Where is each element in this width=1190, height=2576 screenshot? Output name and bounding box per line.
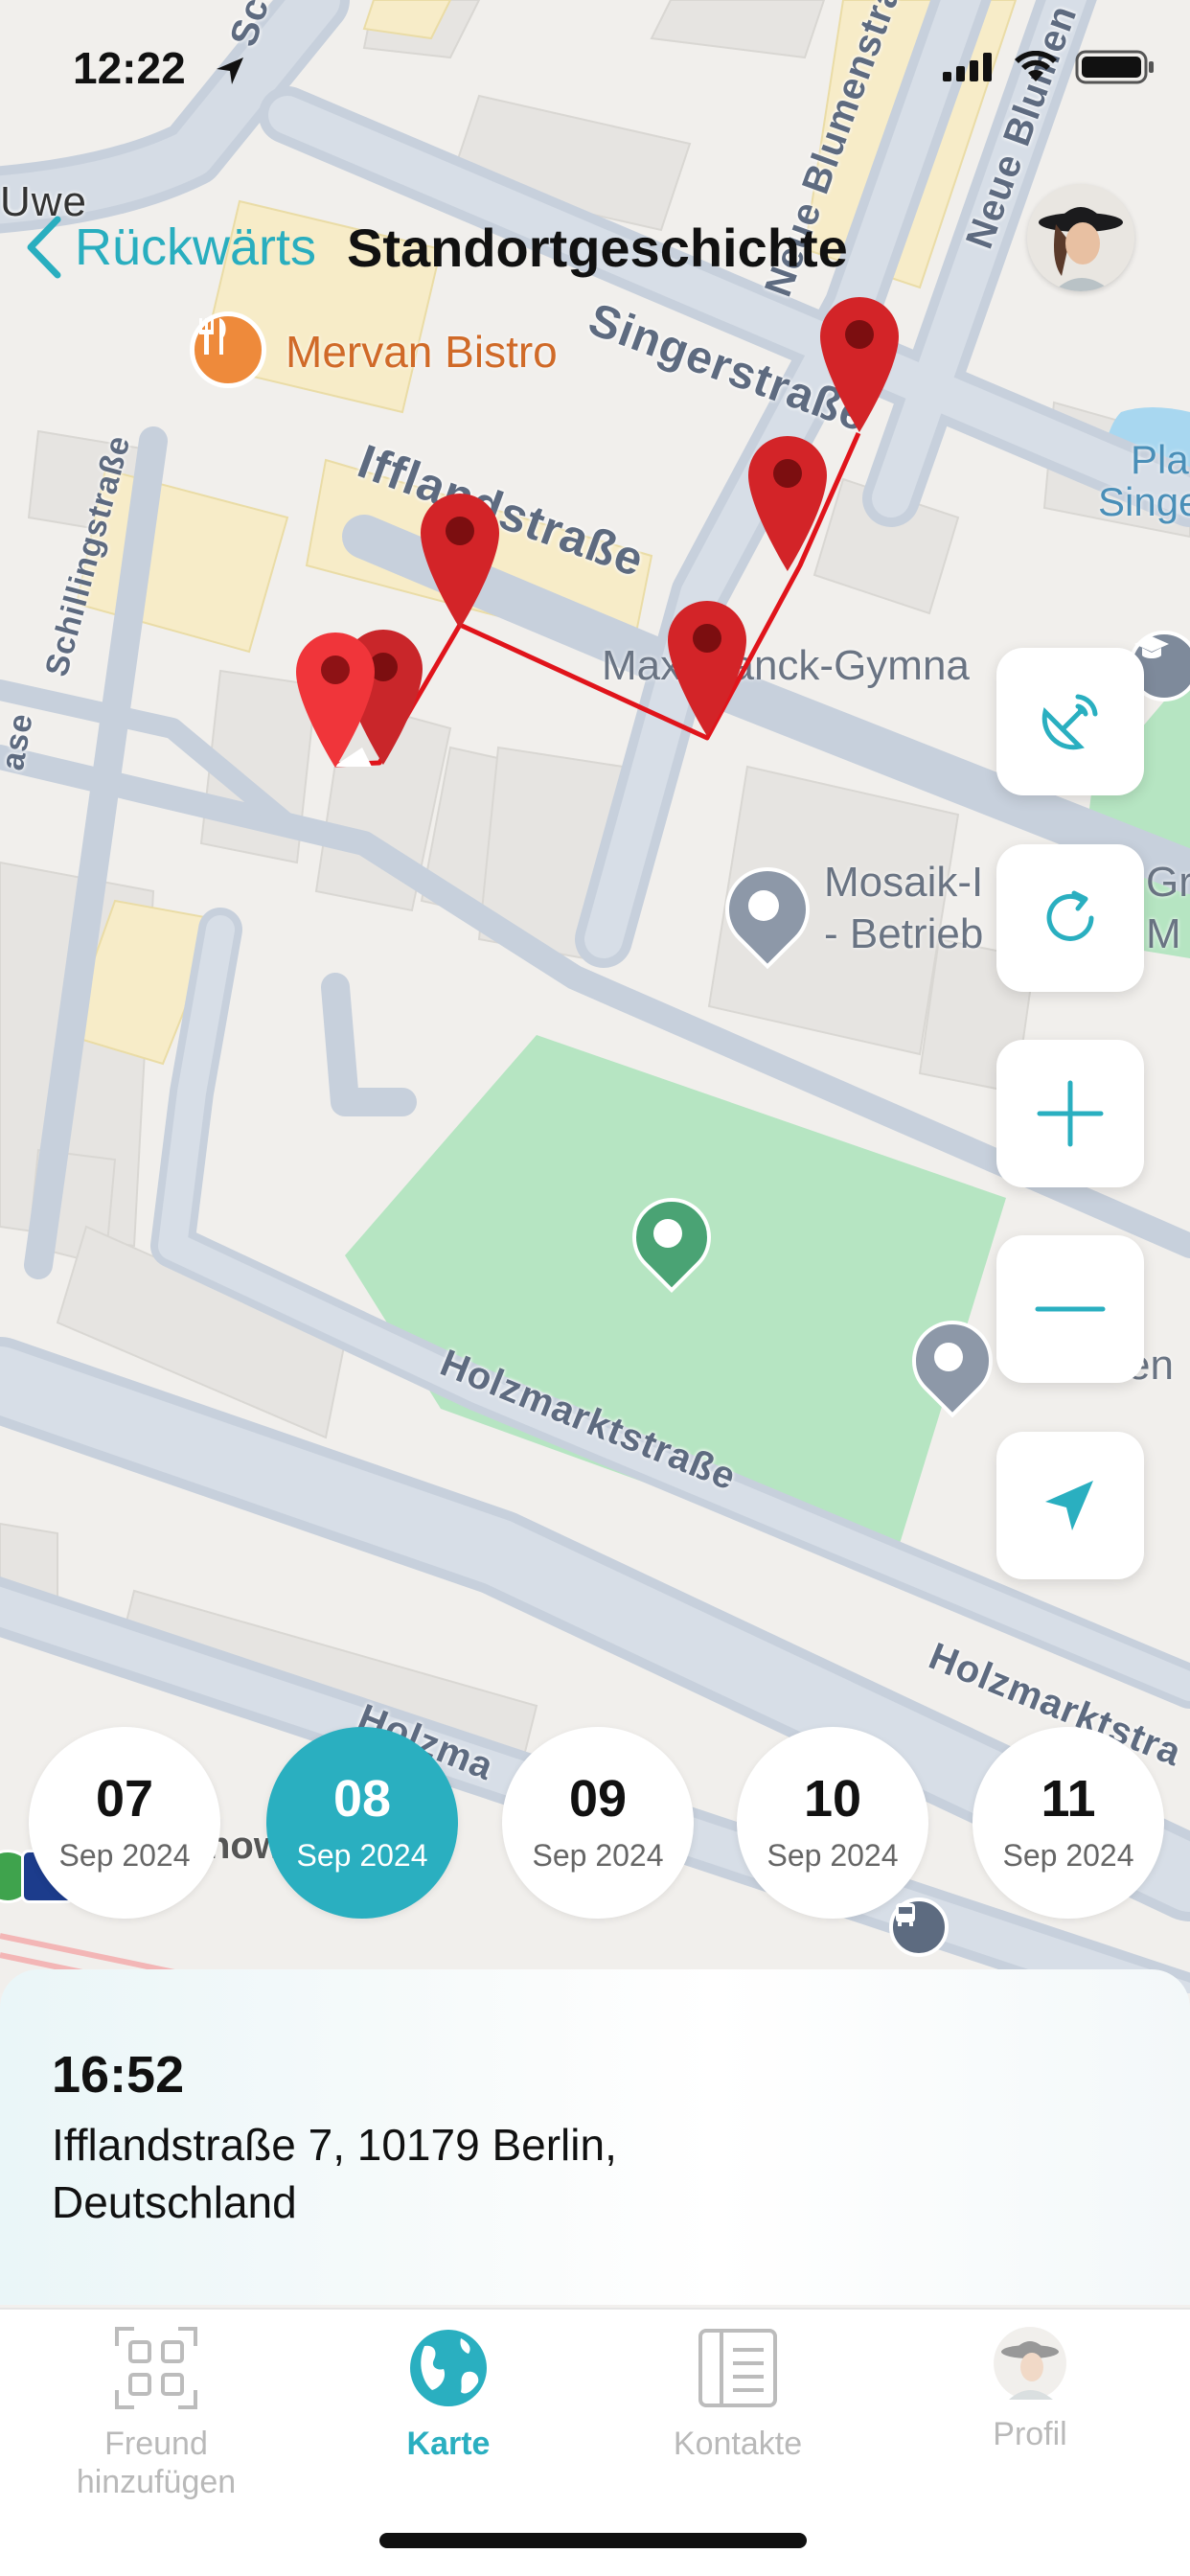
qr-code-icon: [115, 2327, 197, 2409]
date-chip-10[interactable]: 10 Sep 2024: [737, 1727, 928, 1919]
location-arrow-icon: [217, 58, 243, 84]
location-pin-selected[interactable]: [292, 628, 378, 771]
date-day: 10: [803, 1769, 862, 1828]
tab-contacts[interactable]: Kontakte: [594, 2325, 881, 2463]
status-icons: [943, 50, 1156, 84]
date-day: 11: [1041, 1769, 1096, 1828]
map-pin-icon: [421, 494, 499, 629]
tab-label: Karte: [406, 2426, 491, 2462]
date-month: Sep 2024: [767, 1837, 899, 1873]
back-button[interactable]: Rückwärts: [25, 216, 316, 279]
wifi-icon: [1015, 51, 1057, 81]
map-pin-icon: [748, 436, 827, 571]
map-pin-icon: [820, 297, 899, 432]
plus-icon: [1037, 1080, 1104, 1147]
date-chip-07[interactable]: 07 Sep 2024: [29, 1727, 220, 1919]
date-month: Sep 2024: [1002, 1837, 1134, 1873]
avatar[interactable]: [1027, 184, 1134, 291]
refresh-button[interactable]: [996, 844, 1144, 992]
date-chip-08-selected[interactable]: 08 Sep 2024: [266, 1727, 458, 1919]
chevron-left-icon: [27, 216, 61, 279]
date-day: 08: [332, 1769, 392, 1828]
tab-label: Freund hinzufügen: [76, 2426, 237, 2500]
date-chip-09[interactable]: 09 Sep 2024: [502, 1727, 694, 1919]
battery-icon: [1075, 50, 1154, 84]
map-pin-icon: [668, 601, 746, 736]
user-avatar-icon: [1027, 184, 1134, 291]
location-pin-5[interactable]: [816, 292, 903, 436]
tab-label: Profil: [993, 2416, 1067, 2452]
location-pin-4[interactable]: [744, 431, 831, 575]
my-location-button[interactable]: [996, 1432, 1144, 1579]
navigation-arrow-icon: [1045, 1481, 1093, 1530]
location-pin-2[interactable]: [417, 489, 503, 632]
tab-map[interactable]: Karte: [305, 2325, 592, 2463]
date-chip-11[interactable]: 11 Sep 2024: [973, 1727, 1164, 1919]
location-pin-3[interactable]: [664, 596, 750, 740]
minus-icon: [1035, 1306, 1106, 1312]
date-month: Sep 2024: [58, 1837, 191, 1873]
back-button-label: Rückwärts: [75, 218, 317, 276]
cellular-signal-icon: [943, 53, 992, 81]
zoom-in-button[interactable]: [996, 1040, 1144, 1187]
zoom-out-button[interactable]: [996, 1235, 1144, 1383]
map-view[interactable]: Uwe Schil Singerstraße Ifflandstraße Neu…: [0, 0, 1190, 1993]
globe-icon: [410, 2330, 487, 2406]
page-title: Standortgeschichte: [347, 218, 848, 278]
location-address: Ifflandstraße 7, 10179 Berlin, Deutschla…: [52, 2120, 617, 2227]
date-month: Sep 2024: [296, 1837, 428, 1873]
contacts-icon: [698, 2329, 777, 2407]
tab-add-friend[interactable]: Freund hinzufügen: [12, 2325, 300, 2501]
date-month: Sep 2024: [532, 1837, 664, 1873]
profile-avatar-icon: [994, 2327, 1066, 2400]
home-indicator: [379, 2533, 807, 2548]
tab-label: Kontakte: [673, 2426, 803, 2462]
status-time: 12:22: [73, 43, 186, 93]
refresh-icon: [1046, 890, 1094, 941]
tab-profile[interactable]: Profil: [886, 2325, 1174, 2453]
date-day: 07: [95, 1769, 154, 1828]
satellite-button[interactable]: [996, 648, 1144, 795]
route-overlay: [333, 431, 861, 768]
map-pin-icon: [296, 632, 375, 768]
date-day: 09: [568, 1769, 628, 1828]
satellite-dish-icon: [1041, 694, 1098, 750]
location-time: 16:52: [52, 2046, 185, 2104]
